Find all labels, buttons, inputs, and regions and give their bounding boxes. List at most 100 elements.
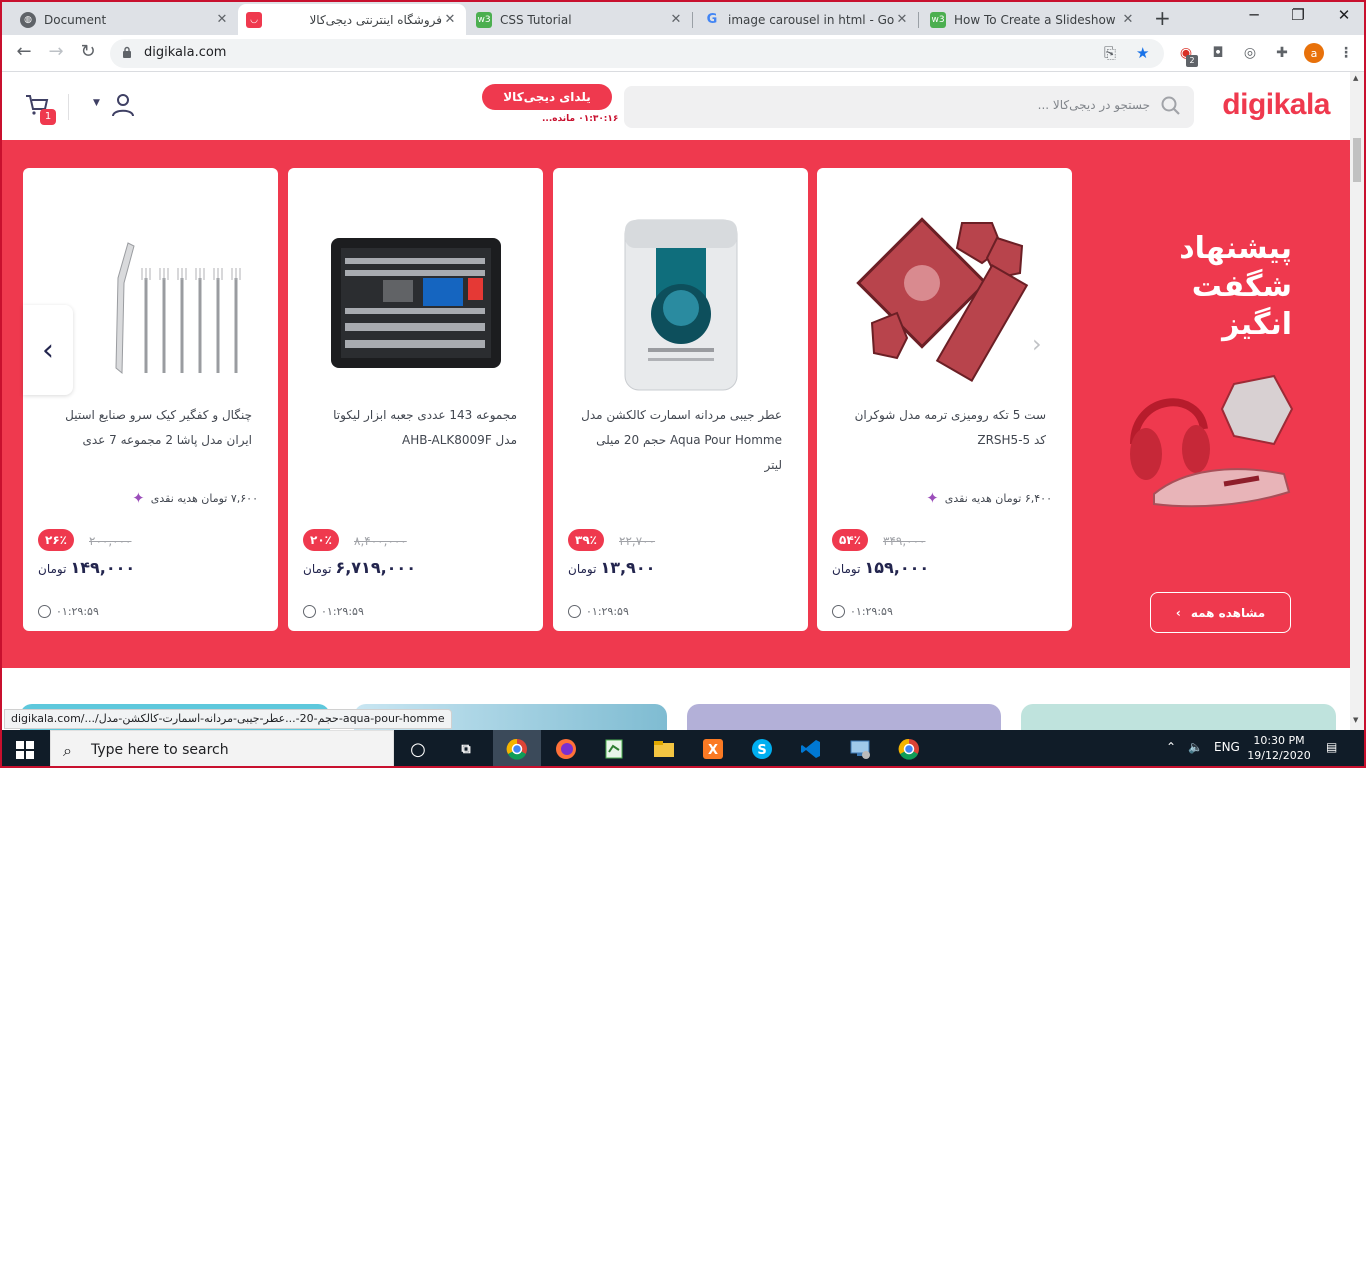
currency: تومان bbox=[303, 562, 332, 576]
price-value: ۱۳,۹۰۰ bbox=[600, 558, 656, 577]
discount-badge: ۲۶٪ bbox=[38, 529, 74, 551]
folder-icon[interactable] bbox=[652, 737, 676, 761]
price-value: ۱۴۹,۰۰۰ bbox=[70, 558, 136, 577]
close-window-icon[interactable]: ✕ bbox=[1334, 6, 1354, 24]
language-indicator[interactable]: ENG bbox=[1214, 740, 1240, 754]
banner-card[interactable] bbox=[687, 704, 1001, 730]
product-name[interactable]: چنگال و کفگیر کیک سرو صنایع استیل ایران … bbox=[47, 403, 252, 453]
back-icon[interactable]: ← bbox=[12, 41, 36, 62]
restore-icon[interactable]: ❐ bbox=[1288, 6, 1308, 24]
banner-card[interactable] bbox=[1021, 704, 1336, 730]
price: ۱۵۹,۰۰۰تومان bbox=[832, 558, 929, 577]
notification-icon[interactable]: ▤ bbox=[1326, 740, 1337, 754]
close-tab-icon[interactable]: ✕ bbox=[894, 12, 910, 27]
address-bar[interactable]: digikala.com ⎘ ★ bbox=[110, 39, 1164, 68]
tab-digikala[interactable]: ◡ فروشگاه اینترنتی دیجی‌کالا ✕ bbox=[238, 4, 466, 35]
close-tab-icon[interactable]: ✕ bbox=[442, 12, 458, 27]
carousel-prev-button[interactable]: ‹ bbox=[23, 305, 73, 395]
user-icon[interactable] bbox=[110, 92, 136, 118]
system-clock[interactable]: 10:30 PM 19/12/2020 bbox=[1246, 733, 1312, 763]
tab-title: فروشگاه اینترنتی دیجی‌کالا bbox=[309, 12, 442, 27]
scrollbar-thumb[interactable] bbox=[1353, 138, 1361, 182]
clock-time: 10:30 PM bbox=[1253, 734, 1305, 747]
clock-icon bbox=[38, 605, 51, 618]
gift-text: ۶,۴۰۰ تومان هدیه نقدی bbox=[944, 491, 1052, 505]
profile-avatar[interactable]: a bbox=[1304, 43, 1324, 63]
old-price: ۸,۴۰۰,۰۰۰ bbox=[354, 534, 407, 548]
product-name[interactable]: ست 5 تکه رومیزی ترمه مدل شوکران کد ZRSH5… bbox=[841, 403, 1046, 453]
chevron-up-icon[interactable]: ⌃ bbox=[1166, 740, 1176, 754]
campaign-banner[interactable]: یلدای دیجی‌کالا bbox=[482, 84, 612, 110]
digikala-logo[interactable]: digikala bbox=[1222, 88, 1330, 122]
reload-icon[interactable]: ↻ bbox=[76, 41, 100, 62]
amazing-offers-section: چنگال و کفگیر کیک سرو صنایع استیل ایران … bbox=[2, 140, 1350, 668]
bookmark-star-icon[interactable]: ★ bbox=[1136, 44, 1149, 62]
price: ۱۴۹,۰۰۰تومان bbox=[38, 558, 135, 577]
close-tab-icon[interactable]: ✕ bbox=[668, 12, 684, 27]
timer-text: ۰۱:۲۹:۵۹ bbox=[586, 605, 629, 618]
task-view-icon[interactable]: ⧉ bbox=[454, 737, 478, 761]
xampp-icon[interactable]: X bbox=[701, 737, 725, 761]
new-tab-button[interactable]: + bbox=[1154, 6, 1171, 30]
product-name[interactable]: عطر جیبی مردانه اسمارت کالکشن مدل Aqua P… bbox=[577, 403, 782, 478]
link-status-bar: digikala.com/.../حجم-20-...عطر-جیبی-مردا… bbox=[4, 709, 452, 729]
tab-separator bbox=[692, 12, 693, 28]
puzzle-icon[interactable]: ✚ bbox=[1272, 43, 1292, 63]
svg-text:X: X bbox=[708, 743, 718, 758]
close-tab-icon[interactable]: ✕ bbox=[1120, 12, 1136, 27]
forward-icon[interactable]: → bbox=[44, 41, 68, 62]
price: ۶,۷۱۹,۰۰۰تومان bbox=[303, 558, 416, 577]
page-scrollbar[interactable]: ▲ ▼ bbox=[1350, 72, 1364, 730]
currency: تومان bbox=[38, 562, 67, 576]
scroll-up-icon[interactable]: ▲ bbox=[1353, 74, 1358, 82]
search-icon[interactable] bbox=[1160, 95, 1182, 117]
tab-google-search[interactable]: G image carousel in html - Goog ✕ bbox=[696, 4, 918, 35]
tab-css-tutorial[interactable]: w3 CSS Tutorial ✕ bbox=[468, 4, 692, 35]
product-card[interactable]: چنگال و کفگیر کیک سرو صنایع استیل ایران … bbox=[23, 168, 278, 631]
menu-icon[interactable]: ⋮ bbox=[1336, 43, 1356, 63]
chrome-icon[interactable] bbox=[897, 737, 921, 761]
translate-icon[interactable]: ⎘ bbox=[1104, 44, 1116, 62]
chevron-down-icon[interactable]: ▼ bbox=[93, 98, 100, 108]
taskbar-search-placeholder: Type here to search bbox=[91, 742, 229, 758]
product-card[interactable]: مجموعه 143 عددی جعبه ابزار لیکوتا مدل AH… bbox=[288, 168, 543, 631]
countdown: ۰۱:۲۹:۵۹ bbox=[303, 605, 364, 618]
amazing-title-line: پیشنهاد bbox=[1179, 231, 1292, 266]
tab-strip: ◍ Document ✕ ◡ فروشگاه اینترنتی دیجی‌کال… bbox=[2, 2, 1364, 35]
tab-slideshow[interactable]: w3 How To Create a Slideshow ✕ bbox=[922, 4, 1144, 35]
firefox-icon[interactable] bbox=[554, 737, 578, 761]
browser-toolbar: ← → ↻ digikala.com ⎘ ★ ◉ 2 ◘ ◎ ✚ a ⋮ bbox=[2, 35, 1364, 72]
svg-text:S: S bbox=[757, 743, 766, 758]
url-text: digikala.com bbox=[144, 45, 227, 60]
skype-icon[interactable]: S bbox=[750, 737, 774, 761]
old-price: ۳۴۹,۰۰۰ bbox=[883, 534, 926, 548]
digikala-icon: ◡ bbox=[246, 11, 262, 28]
product-card[interactable]: ست 5 تکه رومیزی ترمه مدل شوکران کد ZRSH5… bbox=[817, 168, 1072, 631]
remote-desktop-icon[interactable] bbox=[848, 737, 872, 761]
minimize-icon[interactable]: ─ bbox=[1244, 6, 1264, 24]
search-input[interactable]: جستجو در دیجی‌کالا ... bbox=[624, 86, 1194, 128]
discount-badge: ۲۰٪ bbox=[303, 529, 339, 551]
clock-icon bbox=[568, 605, 581, 618]
chevron-right-icon[interactable]: › bbox=[1032, 330, 1042, 358]
extension-icon[interactable]: ◎ bbox=[1240, 43, 1260, 63]
taskbar-search[interactable]: ⌕ Type here to search bbox=[50, 730, 394, 766]
tab-title: Document bbox=[44, 12, 107, 27]
google-icon: G bbox=[706, 12, 718, 27]
product-card[interactable]: عطر جیبی مردانه اسمارت کالکشن مدل Aqua P… bbox=[553, 168, 808, 631]
timer-text: ۰۱:۲۹:۵۹ bbox=[321, 605, 364, 618]
close-tab-icon[interactable]: ✕ bbox=[214, 12, 230, 27]
windows-start-icon[interactable] bbox=[16, 741, 34, 759]
scroll-down-icon[interactable]: ▼ bbox=[1353, 716, 1358, 724]
vscode-icon[interactable] bbox=[799, 737, 823, 761]
notepad-icon[interactable] bbox=[602, 737, 626, 761]
cortana-icon[interactable]: ○ bbox=[406, 737, 430, 761]
product-image bbox=[331, 238, 501, 368]
product-name[interactable]: مجموعه 143 عددی جعبه ابزار لیکوتا مدل AH… bbox=[312, 403, 517, 453]
chrome-icon[interactable] bbox=[505, 737, 529, 761]
tab-document[interactable]: ◍ Document ✕ bbox=[12, 4, 238, 35]
camera-icon[interactable]: ◘ bbox=[1208, 43, 1228, 63]
volume-icon[interactable]: 🔈 bbox=[1188, 740, 1203, 754]
see-all-button[interactable]: مشاهده همه › bbox=[1150, 592, 1291, 633]
sparkle-icon: ✦ bbox=[926, 489, 939, 507]
